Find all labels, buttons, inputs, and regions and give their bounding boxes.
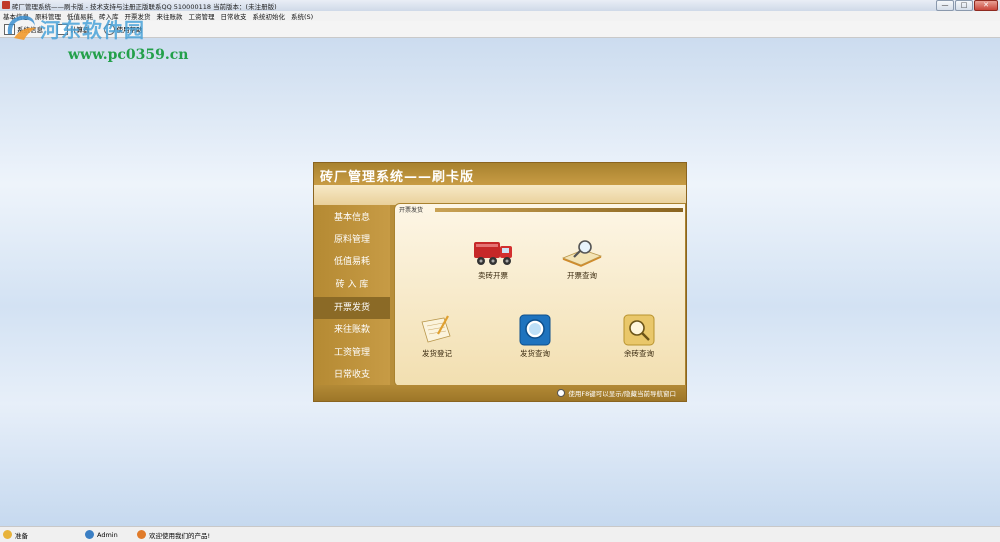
watermark-title: 河东软件园 (40, 18, 145, 42)
status-ready: 准备 (3, 530, 85, 540)
tile-shipment-register[interactable]: 发货登记 (407, 314, 467, 359)
nav-payroll[interactable]: 工资管理 (314, 342, 390, 364)
status-bar: 准备 Admin 欢迎使用我们的产品! (0, 526, 1000, 542)
nav-invoicing-shipping[interactable]: 开票发货 (314, 297, 390, 319)
tile-sell-brick-invoice-label: 卖砖开票 (478, 271, 508, 280)
tile-shipment-register-label: 发货登记 (422, 349, 452, 358)
watermark-logo-icon (7, 15, 36, 40)
panel-band (314, 185, 686, 205)
menu-accounts[interactable]: 来往账款 (154, 11, 186, 21)
tile-shipment-query[interactable]: 发货查询 (505, 314, 565, 359)
menu-payroll[interactable]: 工资管理 (186, 11, 218, 21)
status-user-text: Admin (97, 530, 118, 539)
window-controls: — □ ✕ (935, 0, 998, 11)
nav-basic-info[interactable]: 基本信息 (314, 207, 390, 229)
nav-accounts[interactable]: 来往账款 (314, 319, 390, 341)
nav-brick-stock-in[interactable]: 砖 入 库 (314, 274, 390, 296)
menu-bar: 基本信息 原料管理 低值易耗 砖入库 开票发货 来往账款 工资管理 日常收支 系… (0, 11, 1000, 21)
status-user: Admin (85, 530, 137, 539)
app-icon (2, 1, 10, 9)
panel-title: 砖厂管理系统——刷卡版 (320, 170, 475, 185)
magnifier-book-icon (561, 240, 603, 267)
content-tab-title: 开票发货 (399, 207, 424, 214)
nav-consumables[interactable]: 低值易耗 (314, 251, 390, 273)
tile-remaining-brick-query[interactable]: 余砖查询 (609, 314, 669, 359)
footer-tip-text: 使用F8键可以显示/隐藏当前导航窗口 (568, 390, 676, 398)
window-title: 砖厂管理系统——刷卡版 - 技术支持与注册正版联系QQ 510000118 当前… (12, 3, 277, 11)
minimize-button[interactable]: — (936, 0, 954, 11)
fire-truck-icon (474, 242, 512, 265)
panel-content: 开票发货 卖砖开票 开票查询 发货登记 发货查询 余砖查询 (394, 203, 686, 387)
footer-tip: 使用F8键可以显示/隐藏当前导航窗口 (557, 388, 676, 398)
menu-system-init[interactable]: 系统初始化 (250, 11, 289, 21)
user-icon (85, 530, 94, 539)
panel-header: 砖厂管理系统——刷卡版 (314, 163, 686, 185)
menu-daily-income-expense[interactable]: 日常收支 (218, 11, 250, 21)
navigation-panel: 砖厂管理系统——刷卡版 基本信息 原料管理 低值易耗 砖 入 库 开票发货 来往… (313, 162, 687, 402)
status-welcome: 欢迎使用我们的产品! (137, 530, 210, 540)
close-button[interactable]: ✕ (974, 0, 998, 11)
notebook-pen-icon (421, 315, 451, 343)
tile-remaining-brick-query-label: 余砖查询 (624, 349, 654, 358)
maximize-button[interactable]: □ (955, 0, 973, 11)
watermark-url: www.pc0359.cn (68, 47, 189, 63)
nav-material[interactable]: 原料管理 (314, 229, 390, 251)
welcome-icon (137, 530, 146, 539)
tile-shipment-query-label: 发货查询 (520, 349, 550, 358)
tile-sell-brick-invoice[interactable]: 卖砖开票 (463, 236, 523, 281)
gold-search-icon (623, 314, 655, 346)
info-icon (557, 389, 566, 397)
ready-icon (3, 530, 12, 539)
nav-daily-income-expense[interactable]: 日常收支 (314, 364, 390, 386)
tile-invoice-query-label: 开票查询 (567, 271, 597, 280)
tile-invoice-query[interactable]: 开票查询 (552, 236, 612, 281)
content-tab-line (435, 208, 683, 212)
menu-system[interactable]: 系统(S) (288, 11, 316, 21)
panel-sidebar: 基本信息 原料管理 低值易耗 砖 入 库 开票发货 来往账款 工资管理 日常收支 (314, 205, 390, 385)
blue-search-icon (519, 314, 551, 346)
status-ready-text: 准备 (15, 531, 28, 540)
panel-footer: 使用F8键可以显示/隐藏当前导航窗口 (314, 385, 686, 401)
status-welcome-text: 欢迎使用我们的产品! (149, 531, 211, 540)
toolbar: 系统信息 计算器 使用帮助 (0, 21, 1000, 38)
